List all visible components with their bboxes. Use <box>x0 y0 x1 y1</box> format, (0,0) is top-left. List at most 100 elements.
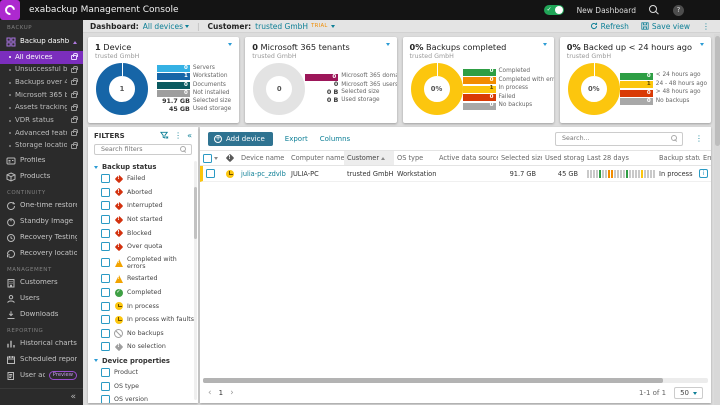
checkbox[interactable] <box>101 315 110 325</box>
sidebar-item-users[interactable]: Users <box>0 291 83 307</box>
checkbox[interactable] <box>101 342 110 352</box>
legend-row-no-backups: 0 No backups <box>462 102 554 110</box>
previous-page-icon[interactable]: ‹ <box>208 388 212 398</box>
column-header-backup-status[interactable]: Backup status <box>656 151 700 165</box>
sidebar-item-products[interactable]: Products <box>0 169 83 185</box>
checkbox[interactable] <box>101 201 110 211</box>
column-header-last-28-days[interactable]: Last 28 days <box>584 151 656 165</box>
card-menu-chevron-icon[interactable] <box>228 43 233 46</box>
column-header-customer[interactable]: Customer <box>344 151 394 165</box>
checkbox[interactable] <box>101 368 110 378</box>
row-checkbox[interactable] <box>206 169 215 178</box>
sidebar-item-label: Customers <box>20 278 58 286</box>
more-options-icon[interactable]: ⋮ <box>702 22 710 31</box>
card-menu-chevron-icon[interactable] <box>700 43 704 46</box>
table-search-input[interactable] <box>560 134 668 143</box>
checkbox[interactable] <box>101 301 110 311</box>
sidebar-item-all-devices[interactable]: All devices <box>0 51 83 64</box>
column-header-computer-name[interactable]: Computer name <box>288 151 344 165</box>
add-device-button[interactable]: + Add device <box>208 131 273 146</box>
sidebar-item-customers[interactable]: Customers <box>0 275 83 291</box>
sidebar-item-unsuccessful-backups[interactable]: Unsuccessful backups <box>0 64 83 77</box>
filters-menu-icon[interactable]: ⋮ <box>174 131 182 140</box>
sidebar-item-storage-location[interactable]: Storage location <box>0 140 83 153</box>
save-view-button[interactable]: Save view <box>641 22 690 31</box>
column-header-selected-size[interactable]: Selected size <box>498 151 542 165</box>
column-header-used-storage[interactable]: Used storage <box>542 151 584 165</box>
checkbox[interactable] <box>101 242 110 252</box>
checkbox[interactable] <box>101 288 110 298</box>
refresh-button[interactable]: Refresh <box>590 22 629 31</box>
page-number[interactable]: 1 <box>219 389 223 397</box>
columns-button[interactable]: Columns <box>320 135 350 143</box>
row-info-icon[interactable]: i <box>699 169 708 178</box>
customer-selector[interactable]: trusted GmbH TRIAL <box>255 22 335 31</box>
card-title: 0% Backed up < 24 hours ago <box>566 42 692 52</box>
sidebar-item-backups-over-48-hours[interactable]: Backups over 48 hours <box>0 76 83 89</box>
checkbox[interactable] <box>101 274 110 284</box>
checkbox[interactable] <box>101 174 110 184</box>
column-header-label: Last 28 days <box>587 154 629 162</box>
legend-row-used-storage: 45 GB Used storage <box>157 106 231 113</box>
page-size-select[interactable]: 50 <box>674 387 703 399</box>
filter-item-label: In process <box>127 302 160 310</box>
column-header-label: Computer name <box>291 154 344 162</box>
checkbox[interactable] <box>101 215 110 225</box>
legend-label: No backups <box>498 102 533 109</box>
card-menu-chevron-icon[interactable] <box>385 43 390 46</box>
sidebar-item-recovery-testing[interactable]: Recovery Testing <box>0 230 83 246</box>
column-header-active-data-sources[interactable]: Active data sources <box>436 151 498 165</box>
sidebar-item-label: Backup dashboard <box>20 38 69 46</box>
sidebar-item-backup-dashboard[interactable]: Backup dashboard <box>0 33 83 51</box>
sidebar-collapse-button[interactable]: « <box>0 388 83 405</box>
filters-scrollbar-thumb[interactable] <box>194 187 197 239</box>
search-icon[interactable] <box>649 4 660 16</box>
sidebar-item-label: Unsuccessful backups <box>15 66 67 74</box>
next-page-icon[interactable]: › <box>230 388 234 398</box>
legend-row-48-hours-ago: 0 > 48 hours ago <box>619 90 707 97</box>
checkbox[interactable] <box>101 258 110 268</box>
table-menu-icon[interactable]: ⋮ <box>695 134 703 143</box>
sidebar-item-user-actions[interactable]: User actionsPreview <box>0 368 83 384</box>
sidebar-item-scheduled-reports[interactable]: Scheduled reports <box>0 352 83 368</box>
filter-item-label: Aborted <box>127 188 153 196</box>
select-all-checkbox[interactable] <box>203 153 212 163</box>
card-menu-chevron-icon[interactable] <box>542 43 547 46</box>
clear-filters-icon[interactable] <box>160 131 169 140</box>
help-icon[interactable]: ? <box>673 4 684 16</box>
sidebar-item-microsoft-365-backups[interactable]: Microsoft 365 backups <box>0 89 83 102</box>
sidebar-item-profiles[interactable]: Profiles <box>0 153 83 169</box>
vertical-scrollbar-thumb[interactable] <box>714 36 720 146</box>
export-button[interactable]: Export <box>285 135 308 143</box>
horizontal-scrollbar-thumb[interactable] <box>203 378 663 383</box>
checkbox[interactable] <box>101 187 110 197</box>
new-dashboard-toggle[interactable] <box>543 5 564 15</box>
checkbox[interactable] <box>101 228 110 238</box>
column-header-errors[interactable]: Errors <box>700 151 711 165</box>
column-header-device-name[interactable]: Device name <box>238 151 288 165</box>
filter-group-device-properties[interactable]: Device properties <box>88 354 198 366</box>
dashboard-selector[interactable]: All devices <box>143 22 189 31</box>
sidebar-item-assets-tracking[interactable]: Assets tracking <box>0 102 83 115</box>
sidebar-item-downloads[interactable]: Downloads <box>0 307 83 323</box>
filter-group-backup-status[interactable]: Backup status <box>88 160 198 172</box>
column-header-os-type[interactable]: OS type <box>394 151 436 165</box>
sidebar-item-vdr-status[interactable]: VDR status <box>0 114 83 127</box>
sidebar-item-historical-charts[interactable]: Historical charts <box>0 336 83 352</box>
chevron-down-icon[interactable] <box>214 156 218 160</box>
filter-search-input[interactable] <box>99 145 177 154</box>
day-segment <box>614 169 616 178</box>
filter-list: Backup status Failed Aborted Interrupted Not… <box>88 160 198 403</box>
checkbox[interactable] <box>101 328 110 338</box>
checkbox[interactable] <box>101 395 110 403</box>
donut-center-value: 0% <box>430 85 443 93</box>
sidebar-item-advanced-features[interactable]: Advanced features <box>0 127 83 140</box>
sidebar-item-recovery-locations[interactable]: Recovery locations <box>0 246 83 262</box>
sidebar-item-standby-image[interactable]: Standby Image <box>0 214 83 230</box>
legend-label: Completed <box>498 68 531 75</box>
sidebar-item-one-time-restore[interactable]: One-time restore <box>0 198 83 214</box>
device-name-link[interactable]: julia-pc_zdvlb <box>241 170 286 178</box>
chevron-down-icon <box>184 24 189 28</box>
checkbox[interactable] <box>101 381 110 391</box>
collapse-filters-icon[interactable]: « <box>187 131 192 140</box>
